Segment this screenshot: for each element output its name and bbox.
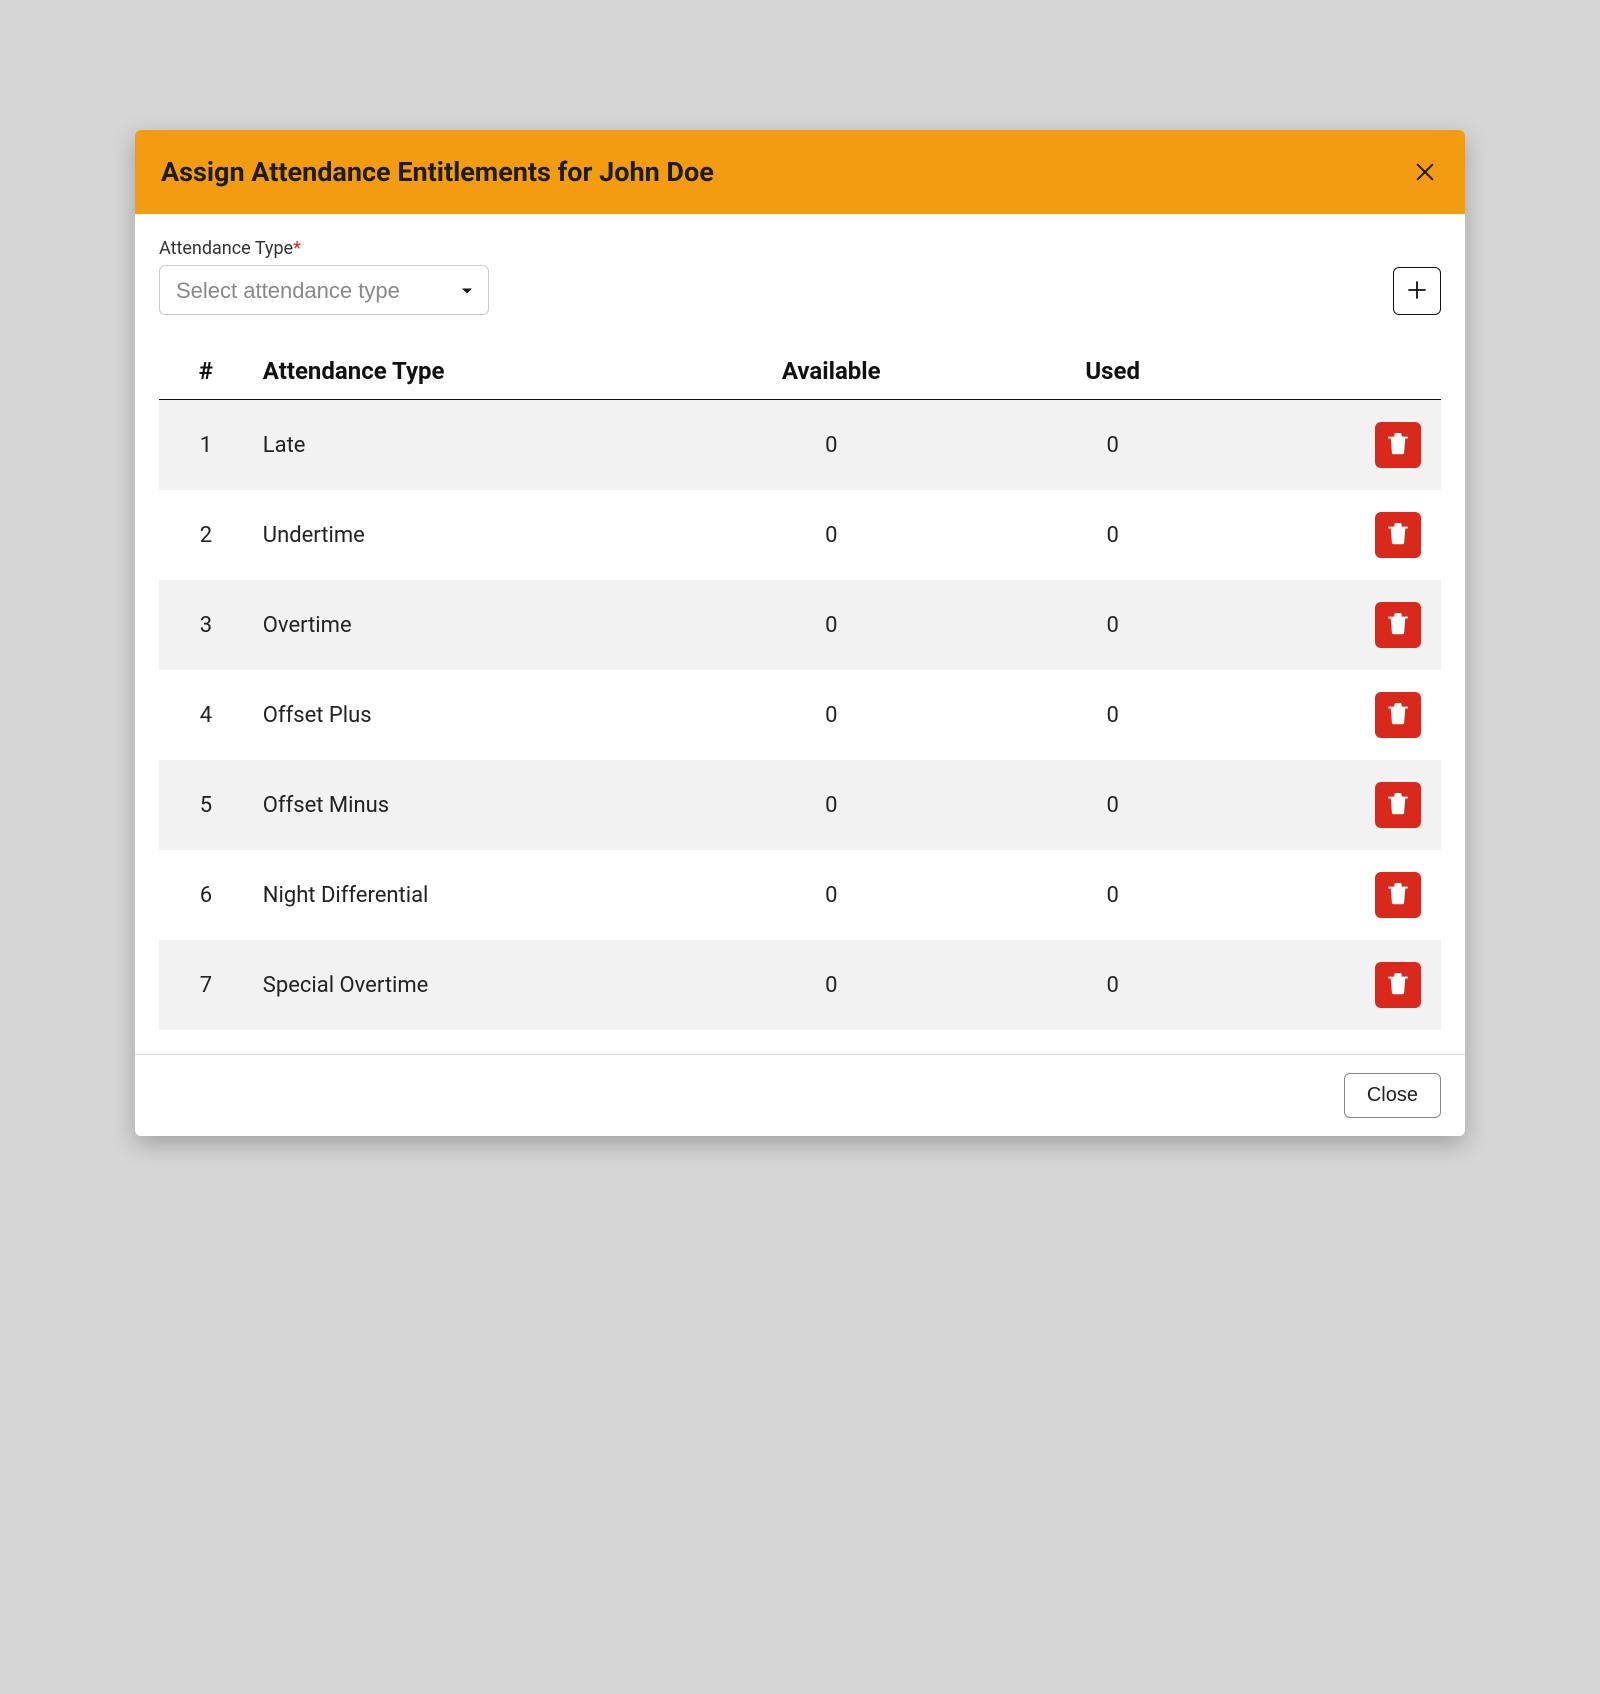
row-available: 0 [691, 850, 972, 940]
row-type: Offset Minus [253, 760, 691, 850]
table-row: 5Offset Minus00 [159, 760, 1441, 850]
table-row: 7Special Overtime00 [159, 940, 1441, 1030]
row-num: 4 [159, 670, 253, 760]
trash-icon [1388, 883, 1408, 908]
row-num: 7 [159, 940, 253, 1030]
attendance-type-select-wrap: Select attendance type [159, 265, 489, 315]
row-type: Offset Plus [253, 670, 691, 760]
row-available: 0 [691, 400, 972, 491]
delete-button[interactable] [1375, 422, 1421, 468]
row-actions [1253, 850, 1441, 940]
trash-icon [1388, 703, 1408, 728]
close-button[interactable]: Close [1344, 1073, 1441, 1118]
trash-icon [1388, 523, 1408, 548]
modal-title: Assign Attendance Entitlements for John … [161, 156, 714, 188]
add-button[interactable] [1393, 267, 1441, 315]
modal-header: Assign Attendance Entitlements for John … [135, 130, 1465, 214]
header-available: Available [691, 343, 972, 400]
row-used: 0 [972, 670, 1253, 760]
table-row: 3Overtime00 [159, 580, 1441, 670]
form-row: Attendance Type* Select attendance type [159, 238, 1441, 315]
table-row: 6Night Differential00 [159, 850, 1441, 940]
table-row: 1Late00 [159, 400, 1441, 491]
row-num: 5 [159, 760, 253, 850]
row-used: 0 [972, 940, 1253, 1030]
delete-button[interactable] [1375, 782, 1421, 828]
row-type: Undertime [253, 490, 691, 580]
trash-icon [1388, 613, 1408, 638]
row-type: Overtime [253, 580, 691, 670]
row-used: 0 [972, 850, 1253, 940]
row-used: 0 [972, 490, 1253, 580]
row-available: 0 [691, 940, 972, 1030]
plus-icon [1407, 275, 1427, 307]
row-actions [1253, 580, 1441, 670]
attendance-type-group: Attendance Type* Select attendance type [159, 238, 489, 315]
trash-icon [1388, 973, 1408, 998]
table-row: 2Undertime00 [159, 490, 1441, 580]
attendance-type-label-text: Attendance Type [159, 238, 293, 259]
row-type: Night Differential [253, 850, 691, 940]
row-type: Special Overtime [253, 940, 691, 1030]
delete-button[interactable] [1375, 872, 1421, 918]
row-num: 1 [159, 400, 253, 491]
row-used: 0 [972, 400, 1253, 491]
row-available: 0 [691, 490, 972, 580]
row-num: 2 [159, 490, 253, 580]
close-icon[interactable] [1411, 158, 1439, 186]
delete-button[interactable] [1375, 602, 1421, 648]
trash-icon [1388, 793, 1408, 818]
row-actions [1253, 760, 1441, 850]
modal-footer: Close [135, 1054, 1465, 1136]
table-header-row: # Attendance Type Available Used [159, 343, 1441, 400]
header-actions [1253, 343, 1441, 400]
delete-button[interactable] [1375, 962, 1421, 1008]
row-available: 0 [691, 580, 972, 670]
row-actions [1253, 400, 1441, 491]
assign-entitlements-modal: Assign Attendance Entitlements for John … [135, 130, 1465, 1136]
table-row: 4Offset Plus00 [159, 670, 1441, 760]
row-actions [1253, 670, 1441, 760]
row-used: 0 [972, 760, 1253, 850]
row-available: 0 [691, 760, 972, 850]
required-mark: * [293, 238, 301, 259]
entitlements-table: # Attendance Type Available Used 1Late00… [159, 343, 1441, 1030]
header-used: Used [972, 343, 1253, 400]
row-num: 6 [159, 850, 253, 940]
row-available: 0 [691, 670, 972, 760]
modal-body: Attendance Type* Select attendance type [135, 214, 1465, 1030]
row-actions [1253, 490, 1441, 580]
delete-button[interactable] [1375, 692, 1421, 738]
row-num: 3 [159, 580, 253, 670]
row-used: 0 [972, 580, 1253, 670]
delete-button[interactable] [1375, 512, 1421, 558]
attendance-type-label: Attendance Type* [159, 238, 489, 259]
attendance-type-select[interactable]: Select attendance type [159, 265, 489, 315]
trash-icon [1388, 433, 1408, 458]
row-actions [1253, 940, 1441, 1030]
header-type: Attendance Type [253, 343, 691, 400]
row-type: Late [253, 400, 691, 491]
header-num: # [159, 343, 253, 400]
